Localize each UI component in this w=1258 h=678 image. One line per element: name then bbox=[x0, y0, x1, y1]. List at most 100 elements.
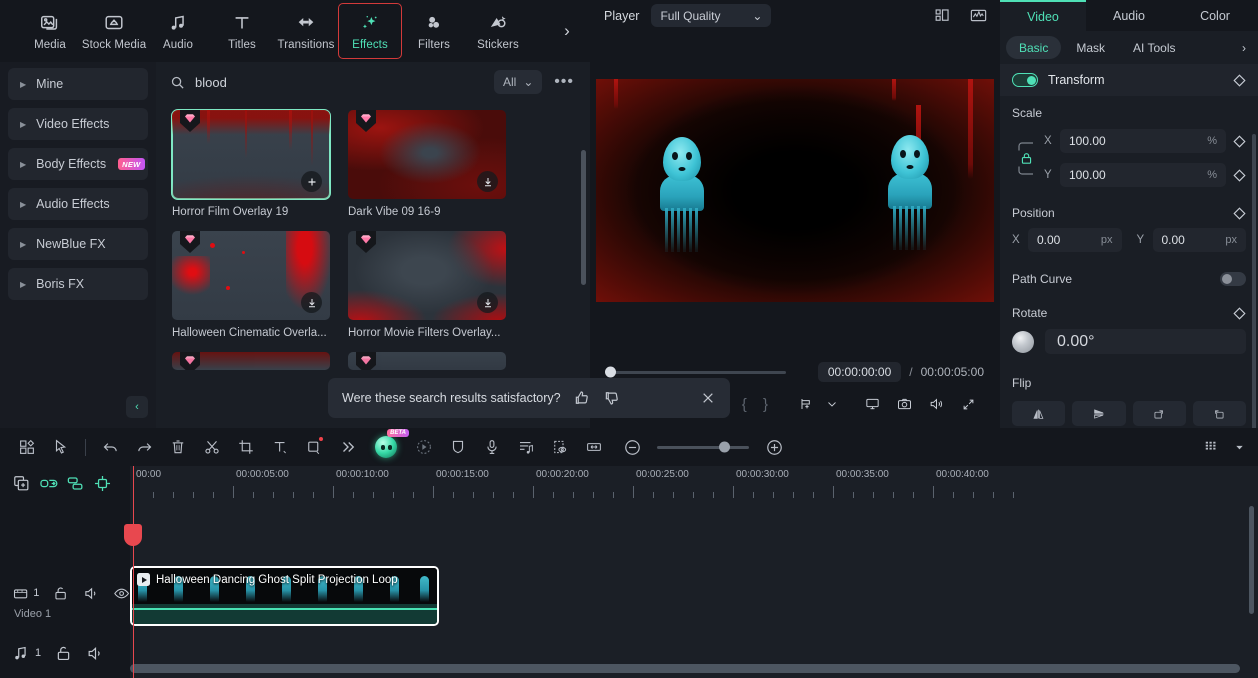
render-options-chevron-icon[interactable] bbox=[1230, 432, 1248, 462]
mute-icon[interactable] bbox=[83, 584, 100, 603]
export-options-chevron-icon[interactable] bbox=[822, 391, 843, 417]
effect-card[interactable]: Horror Film Overlay 19 bbox=[171, 109, 331, 218]
lock-icon[interactable] bbox=[52, 584, 69, 603]
effect-thumbnail[interactable] bbox=[348, 110, 506, 199]
category-item-boris-fx[interactable]: ▶ Boris FX bbox=[8, 268, 148, 300]
library-tab-effects[interactable]: Effects bbox=[338, 3, 402, 59]
library-tab-filters[interactable]: Filters bbox=[402, 3, 466, 59]
position-y-input[interactable]: 0.00 px bbox=[1152, 228, 1246, 252]
effect-card[interactable] bbox=[348, 352, 506, 370]
effect-thumbnail[interactable] bbox=[348, 352, 506, 370]
select-tool-icon[interactable] bbox=[44, 432, 78, 462]
mute-icon[interactable] bbox=[86, 644, 105, 663]
results-more-options-icon[interactable]: ••• bbox=[552, 73, 576, 91]
library-tab-transitions[interactable]: Transitions bbox=[274, 3, 338, 59]
scale-x-input[interactable]: 100.00 % bbox=[1060, 129, 1226, 153]
download-effect-button[interactable] bbox=[477, 292, 498, 313]
zoom-slider-handle[interactable] bbox=[719, 441, 730, 453]
zoom-slider-track[interactable] bbox=[657, 441, 749, 453]
transform-toggle[interactable] bbox=[1012, 73, 1038, 87]
seek-bar[interactable] bbox=[605, 366, 786, 378]
display-mode-button[interactable] bbox=[856, 391, 888, 417]
library-tab-media[interactable]: Media bbox=[18, 3, 82, 59]
path-curve-toggle[interactable] bbox=[1220, 272, 1246, 286]
mask-shape-icon[interactable] bbox=[297, 432, 331, 462]
category-item-mine[interactable]: ▶ Mine bbox=[8, 68, 148, 100]
video-preview[interactable] bbox=[596, 79, 994, 302]
library-tab-stickers[interactable]: Stickers bbox=[466, 3, 530, 59]
effect-thumbnail[interactable] bbox=[348, 231, 506, 320]
tab-color[interactable]: Color bbox=[1172, 0, 1258, 31]
flip-vertical-button[interactable] bbox=[1072, 401, 1126, 426]
scale-y-input[interactable]: 100.00 % bbox=[1060, 163, 1226, 187]
effect-card[interactable]: Dark Vibe 09 16-9 bbox=[348, 110, 506, 218]
zoom-out-icon[interactable] bbox=[615, 432, 649, 462]
marker-icon[interactable] bbox=[93, 474, 112, 493]
category-item-newblue-fx[interactable]: ▶ NewBlue FX bbox=[8, 228, 148, 260]
rotate-input[interactable]: 0.00° bbox=[1045, 329, 1246, 354]
playhead[interactable] bbox=[124, 466, 142, 678]
render-bar-icon[interactable] bbox=[1194, 432, 1228, 462]
download-effect-button[interactable] bbox=[477, 171, 498, 192]
mark-out-button[interactable]: } bbox=[755, 391, 776, 417]
seek-handle[interactable] bbox=[605, 366, 616, 378]
lock-icon[interactable] bbox=[54, 644, 73, 663]
subtab-ai-tools[interactable]: AI Tools bbox=[1120, 36, 1188, 59]
keyframe-diamond-icon[interactable] bbox=[1233, 168, 1246, 182]
timeline-tracks-area[interactable]: 00:00 00:00:05:00 00:00:10:00 00:00:15:00 00… bbox=[124, 466, 1258, 678]
fullscreen-button[interactable] bbox=[952, 391, 984, 417]
zoom-in-icon[interactable] bbox=[757, 432, 791, 462]
library-tab-titles[interactable]: Titles bbox=[210, 3, 274, 59]
delete-icon[interactable] bbox=[161, 432, 195, 462]
timeline-horizontal-scrollbar[interactable] bbox=[130, 664, 1240, 673]
waveform-scope-icon[interactable] bbox=[969, 6, 988, 25]
snapshot-button[interactable] bbox=[888, 391, 920, 417]
filter-dropdown[interactable]: All ⌄ bbox=[494, 70, 543, 94]
split-scissors-icon[interactable] bbox=[195, 432, 229, 462]
voiceover-mic-icon[interactable] bbox=[475, 432, 509, 462]
subtab-overflow-chevron-icon[interactable]: › bbox=[1242, 41, 1246, 55]
effect-thumbnail[interactable] bbox=[172, 352, 330, 370]
lock-icon[interactable] bbox=[1019, 151, 1034, 166]
rotate-dial[interactable] bbox=[1012, 330, 1034, 353]
subtab-basic[interactable]: Basic bbox=[1006, 36, 1062, 59]
fit-timeline-icon[interactable] bbox=[577, 432, 611, 462]
undo-icon[interactable] bbox=[93, 432, 127, 462]
flip-horizontal-button[interactable] bbox=[1012, 401, 1066, 426]
timeline-clip[interactable]: Halloween Dancing Ghost Split Projection… bbox=[130, 566, 439, 626]
rotate-left-button[interactable] bbox=[1192, 401, 1246, 426]
category-item-audio-effects[interactable]: ▶ Audio Effects bbox=[8, 188, 148, 220]
category-item-body-effects[interactable]: ▶ Body Effects NEW bbox=[8, 148, 148, 180]
keyframe-diamond-icon[interactable] bbox=[1233, 306, 1246, 320]
green-screen-icon[interactable] bbox=[543, 432, 577, 462]
effect-card[interactable]: Horror Movie Filters Overlay... bbox=[348, 231, 506, 339]
motion-tracking-icon[interactable] bbox=[407, 432, 441, 462]
category-item-video-effects[interactable]: ▶ Video Effects bbox=[8, 108, 148, 140]
library-tab-stock-media[interactable]: Stock Media bbox=[82, 3, 146, 59]
subtab-mask[interactable]: Mask bbox=[1063, 36, 1118, 59]
playhead-handle[interactable] bbox=[124, 524, 142, 546]
tab-video[interactable]: Video bbox=[1000, 0, 1086, 31]
audio-detach-icon[interactable] bbox=[509, 432, 543, 462]
library-tab-audio[interactable]: Audio bbox=[146, 3, 210, 59]
keyframe-diamond-icon[interactable] bbox=[1233, 134, 1246, 148]
add-effect-button[interactable] bbox=[301, 171, 322, 192]
rotate-right-button[interactable] bbox=[1132, 401, 1186, 426]
keyframe-shield-icon[interactable] bbox=[441, 432, 475, 462]
keyframe-diamond-icon[interactable] bbox=[1233, 206, 1246, 220]
current-timecode[interactable]: 00:00:00:00 bbox=[817, 362, 902, 382]
collapse-sidebar-button[interactable]: ‹ bbox=[126, 396, 148, 418]
redo-icon[interactable] bbox=[127, 432, 161, 462]
crop-icon[interactable] bbox=[229, 432, 263, 462]
keyframe-diamond-icon[interactable] bbox=[1233, 73, 1246, 87]
effect-card[interactable] bbox=[172, 352, 330, 370]
auto-align-icon[interactable] bbox=[66, 474, 85, 493]
video-track-lane[interactable]: Halloween Dancing Ghost Split Projection… bbox=[130, 566, 1258, 626]
ai-copilot-icon[interactable]: BETA bbox=[371, 429, 409, 462]
layout-grid-icon[interactable] bbox=[933, 6, 952, 25]
download-effect-button[interactable] bbox=[301, 292, 322, 313]
grid-view-icon[interactable] bbox=[10, 432, 44, 462]
timeline-vertical-scrollbar[interactable] bbox=[1249, 506, 1254, 614]
effects-scrollbar[interactable] bbox=[581, 150, 586, 285]
export-frame-button[interactable] bbox=[790, 391, 822, 417]
